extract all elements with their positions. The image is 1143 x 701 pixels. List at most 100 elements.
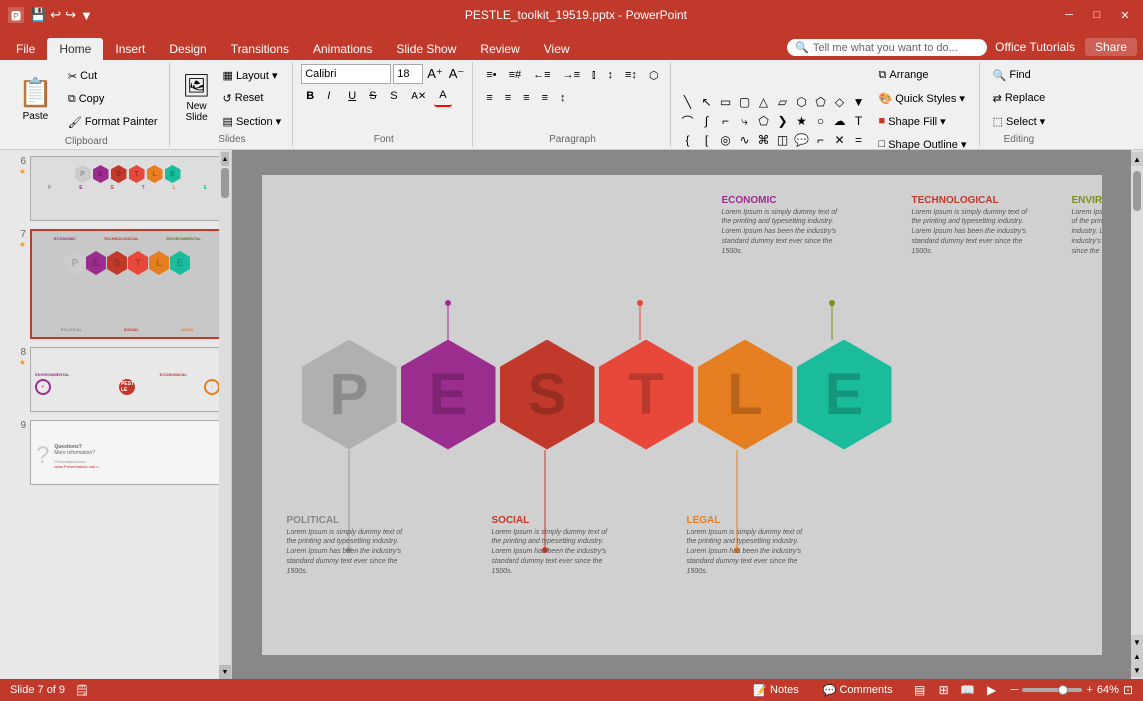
save-icon[interactable]: 💾 xyxy=(30,7,46,23)
decrease-indent-button[interactable]: ←≡ xyxy=(528,64,555,86)
shape-block[interactable]: ◫ xyxy=(774,131,792,149)
underline-button[interactable]: U xyxy=(343,85,361,107)
find-button[interactable]: 🔍 Find xyxy=(988,64,1051,86)
shape-rect[interactable]: ▭ xyxy=(717,93,735,111)
shape-hex[interactable]: ⬡ xyxy=(793,93,811,111)
tab-home[interactable]: Home xyxy=(47,38,103,60)
paste-button[interactable]: 📋 Paste xyxy=(10,64,61,134)
shadow-button[interactable]: S xyxy=(385,85,403,107)
normal-view-button[interactable]: ▤ xyxy=(909,681,931,699)
scroll-down-button[interactable]: ▼ xyxy=(1131,635,1143,649)
scroll-small-up[interactable]: ▲ xyxy=(1131,649,1143,663)
font-name-input[interactable] xyxy=(301,64,391,84)
smartart-button[interactable]: ⬡ xyxy=(644,64,664,86)
zoom-in-button[interactable]: + xyxy=(1086,684,1092,696)
scroll-up-button[interactable]: ▲ xyxy=(1131,152,1143,166)
align-text-button[interactable]: ≡↕ xyxy=(620,64,642,86)
shape-elbow[interactable]: ⌐ xyxy=(717,112,735,130)
shape-callout[interactable]: 💬 xyxy=(793,131,811,149)
shape-star[interactable]: ★ xyxy=(793,112,811,130)
decrease-font-button[interactable]: A⁻ xyxy=(447,65,467,83)
slide-sorter-button[interactable]: ⊞ xyxy=(933,681,955,699)
zoom-slider[interactable] xyxy=(1022,688,1082,692)
select-button[interactable]: ⬚ Select ▾ xyxy=(988,110,1051,132)
notes-button[interactable]: 📝 Notes xyxy=(745,682,806,699)
undo-icon[interactable]: ↩ xyxy=(50,7,61,23)
reading-view-button[interactable]: 📖 xyxy=(957,681,979,699)
comments-button[interactable]: 💬 Comments xyxy=(815,682,901,699)
bullets-button[interactable]: ≡• xyxy=(481,64,501,86)
close-button[interactable]: ✕ xyxy=(1115,5,1135,25)
tab-file[interactable]: File xyxy=(4,38,47,60)
shape-conn[interactable]: ⤷ xyxy=(736,112,754,130)
increase-font-button[interactable]: A⁺ xyxy=(425,65,445,83)
zoom-out-button[interactable]: ─ xyxy=(1011,684,1019,696)
shape-triangle[interactable]: △ xyxy=(755,93,773,111)
slide-item-7[interactable]: 7 ★ ECONOMIC TECHNOLOGICAL ENVIRONMENTAL… xyxy=(4,227,227,341)
align-left-button[interactable]: ≡ xyxy=(481,87,497,109)
arrange-button[interactable]: ⧉ Arrange xyxy=(874,64,973,86)
shape-arrow[interactable]: ↖ xyxy=(698,93,716,111)
shape-ribbon[interactable]: ⌘ xyxy=(755,131,773,149)
main-slide[interactable]: ECONOMIC Lorem Ipsum is simply dummy tex… xyxy=(262,175,1102,655)
scroll-small-down[interactable]: ▼ xyxy=(1131,663,1143,677)
tab-transitions[interactable]: Transitions xyxy=(219,38,301,60)
format-painter-button[interactable]: 🖌 Format Painter xyxy=(63,111,163,133)
justify-button[interactable]: ≡ xyxy=(537,87,553,109)
shape-rrect[interactable]: ▢ xyxy=(736,93,754,111)
columns-button[interactable]: ⫾ xyxy=(587,64,601,86)
text-direction-button[interactable]: ↕ xyxy=(603,64,619,86)
redo-icon[interactable]: ↪ xyxy=(65,7,76,23)
new-slide-button[interactable]: 🖼 NewSlide xyxy=(178,68,216,128)
shape-cloud[interactable]: ☁ xyxy=(831,112,849,130)
canvas-vertical-scrollbar[interactable]: ▲ ▼ ▲ ▼ xyxy=(1131,150,1143,679)
customize-icon[interactable]: ▼ xyxy=(80,8,93,23)
tab-review[interactable]: Review xyxy=(468,38,531,60)
strikethrough-button[interactable]: S xyxy=(364,85,382,107)
tab-view[interactable]: View xyxy=(532,38,582,60)
slide-panel[interactable]: 6 ★ P E S T L E P E S xyxy=(0,150,232,679)
shape-brace[interactable]: { xyxy=(679,131,697,149)
slide-panel-scrollbar[interactable]: ▲ ▼ xyxy=(219,150,231,679)
office-tutorials-link[interactable]: Office Tutorials xyxy=(995,40,1075,54)
line-spacing-button[interactable]: ↕ xyxy=(555,87,571,109)
tab-design[interactable]: Design xyxy=(157,38,218,60)
shape-ring[interactable]: ◎ xyxy=(717,131,735,149)
bold-button[interactable]: B xyxy=(301,85,319,107)
tab-insert[interactable]: Insert xyxy=(103,38,157,60)
shape-curve[interactable]: ∫ xyxy=(698,112,716,130)
slide-item-9[interactable]: 9 ? Questions? More Information? Present… xyxy=(4,418,227,487)
shape-pentagon[interactable]: ⬠ xyxy=(755,112,773,130)
tab-slideshow[interactable]: Slide Show xyxy=(384,38,468,60)
reset-button[interactable]: ↺ Reset xyxy=(218,87,287,109)
increase-indent-button[interactable]: →≡ xyxy=(558,64,585,86)
shape-x[interactable]: ✕ xyxy=(831,131,849,149)
align-right-button[interactable]: ≡ xyxy=(518,87,534,109)
share-button[interactable]: Share xyxy=(1085,38,1137,56)
replace-button[interactable]: ⇄ Replace xyxy=(988,87,1051,109)
tab-animations[interactable]: Animations xyxy=(301,38,384,60)
slide-item-8[interactable]: 8 ★ ENVIRONMENTAL ECONOMICAL P PESTLE L xyxy=(4,345,227,414)
font-color-button[interactable]: A xyxy=(434,85,452,107)
fit-slide-button[interactable]: ⊡ xyxy=(1123,683,1133,697)
copy-button[interactable]: ⧉ Copy xyxy=(63,88,163,110)
shape-diamond[interactable]: ◇ xyxy=(831,93,849,111)
minimize-button[interactable]: ─ xyxy=(1059,5,1079,25)
align-center-button[interactable]: ≡ xyxy=(500,87,516,109)
shape-wave[interactable]: ∿ xyxy=(736,131,754,149)
shape-arc[interactable]: ⌒ xyxy=(679,112,697,130)
slide-item-6[interactable]: 6 ★ P E S T L E P E S xyxy=(4,154,227,223)
numbering-button[interactable]: ≡# xyxy=(504,64,527,86)
shape-line[interactable]: ╲ xyxy=(679,93,697,111)
italic-button[interactable]: I xyxy=(322,85,340,107)
section-button[interactable]: ▤ Section ▾ xyxy=(218,110,287,132)
shape-snip[interactable]: ⌐ xyxy=(812,131,830,149)
shape-oct[interactable]: ⬠ xyxy=(812,93,830,111)
shape-chevron[interactable]: ❯ xyxy=(774,112,792,130)
shape-para[interactable]: ▱ xyxy=(774,93,792,111)
shape-bracket[interactable]: [ xyxy=(698,131,716,149)
shape-circle[interactable]: ○ xyxy=(812,112,830,130)
scroll-thumb[interactable] xyxy=(1133,171,1141,211)
cut-button[interactable]: ✂ Cut xyxy=(63,65,163,87)
maximize-button[interactable]: □ xyxy=(1087,5,1107,25)
